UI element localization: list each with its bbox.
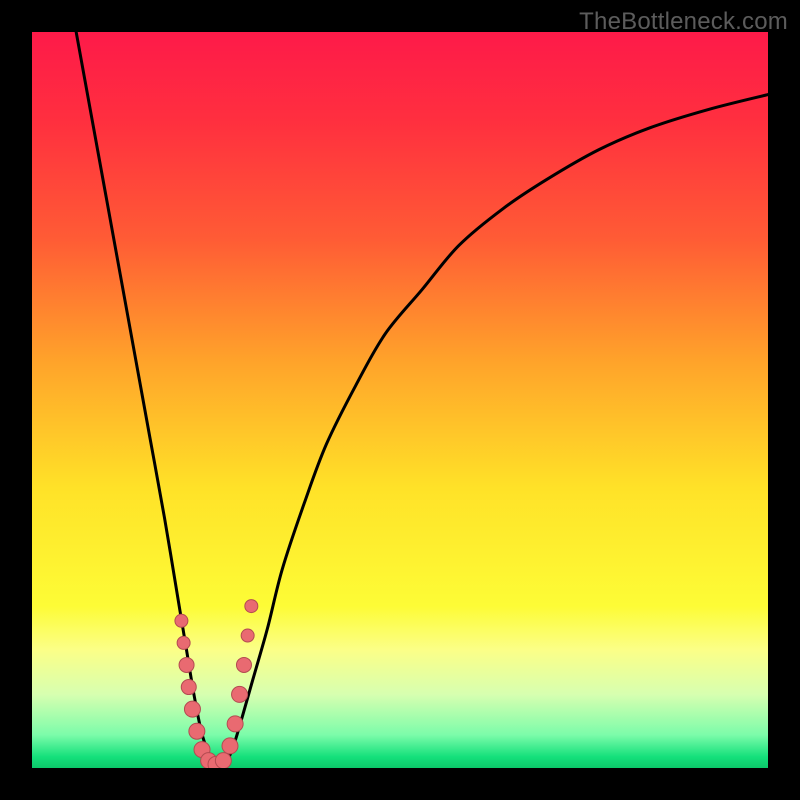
- watermark-text: TheBottleneck.com: [579, 8, 788, 36]
- marker-dot: [215, 753, 231, 768]
- marker-dot: [189, 723, 205, 739]
- chart-frame: TheBottleneck.com: [0, 0, 800, 800]
- marker-dot: [177, 636, 190, 649]
- marker-dot: [232, 686, 248, 702]
- marker-dot: [245, 600, 258, 613]
- marker-dot: [184, 701, 200, 717]
- marker-dot: [236, 657, 251, 672]
- marker-dot: [175, 614, 188, 627]
- marker-dot: [227, 716, 243, 732]
- curve-layer: [32, 32, 768, 768]
- plot-area: [32, 32, 768, 768]
- marker-dot: [179, 657, 194, 672]
- marker-dot: [222, 738, 238, 754]
- marker-dot: [181, 680, 196, 695]
- marker-group: [175, 600, 258, 768]
- bottleneck-curve: [76, 32, 768, 766]
- marker-dot: [241, 629, 254, 642]
